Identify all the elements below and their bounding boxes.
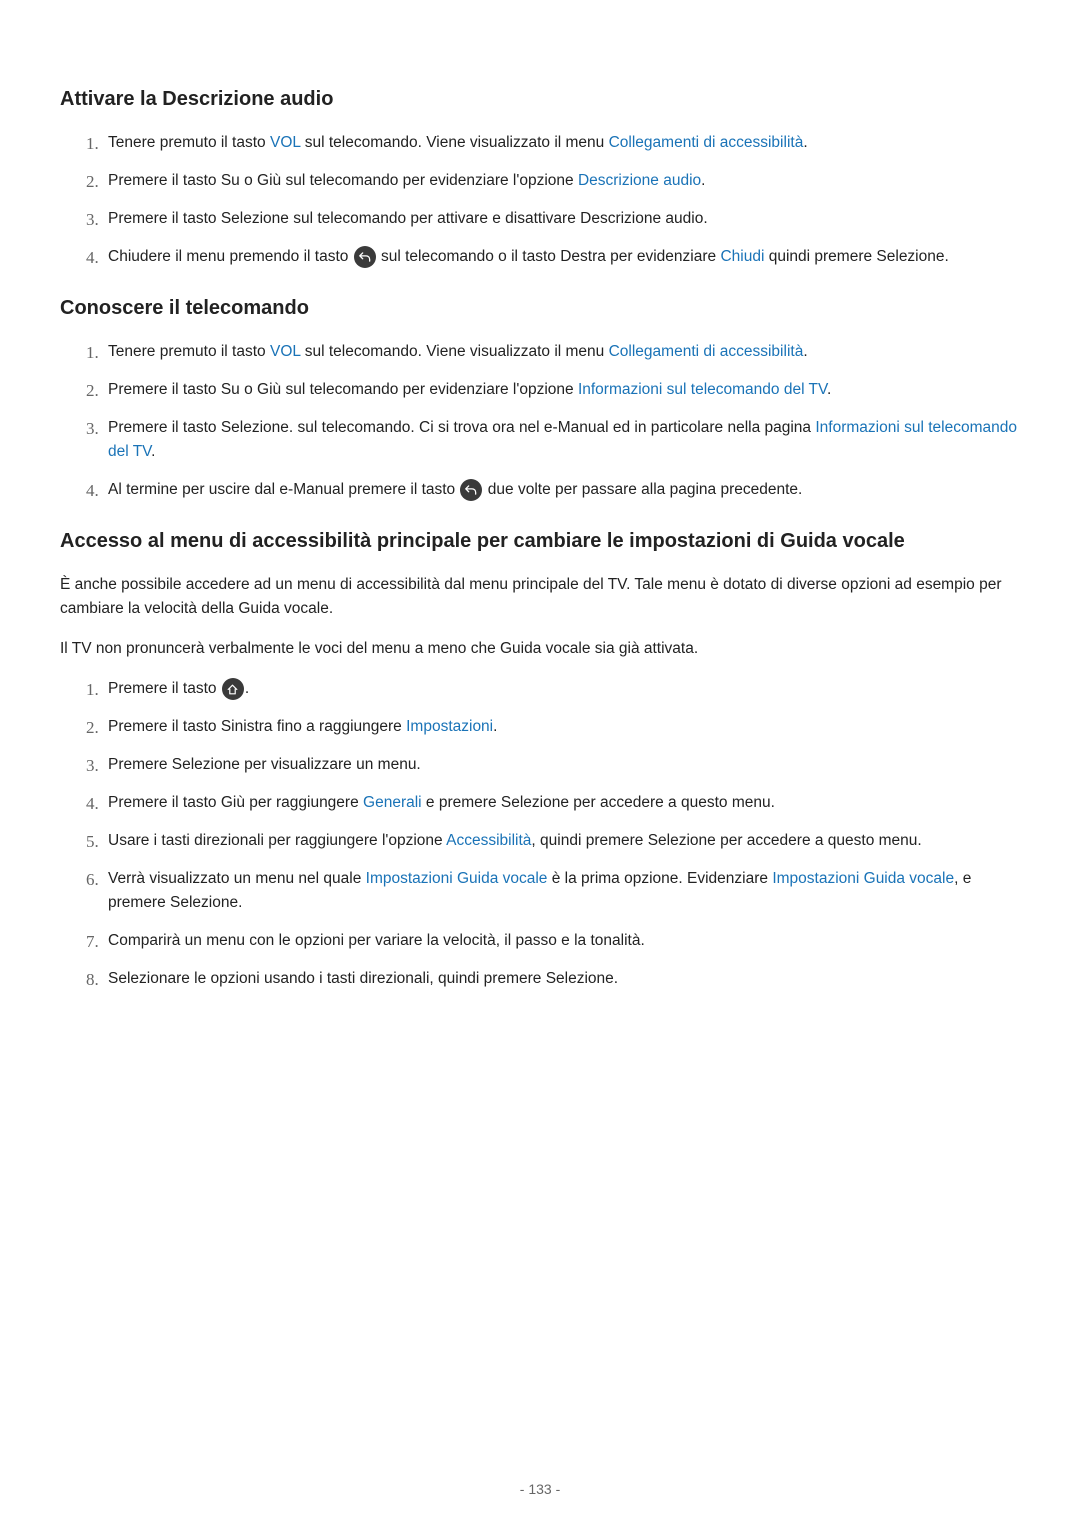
text: Premere il tasto Selezione sul telecoman… <box>108 210 708 227</box>
back-icon <box>354 246 376 268</box>
list-item: Verrà visualizzato un menu nel quale Imp… <box>86 867 1020 915</box>
list-item: Tenere premuto il tasto VOL sul telecoma… <box>86 131 1020 155</box>
keyword-accessibility: Accessibilità <box>446 832 531 849</box>
section3-intro2: Il TV non pronuncerà verbalmente le voci… <box>60 637 1020 661</box>
list-item: Usare i tasti direzionali per raggiunger… <box>86 829 1020 853</box>
list-item: Premere il tasto . <box>86 677 1020 701</box>
text: Premere il tasto <box>108 680 221 697</box>
text: . <box>701 172 705 189</box>
section3-list: Premere il tasto . Premere il tasto Sini… <box>60 677 1020 991</box>
section1-title: Attivare la Descrizione audio <box>60 88 1020 111</box>
text: Tenere premuto il tasto <box>108 343 270 360</box>
list-item: Premere il tasto Su o Giù sul telecomand… <box>86 378 1020 402</box>
section2-list: Tenere premuto il tasto VOL sul telecoma… <box>60 340 1020 502</box>
list-item: Premere il tasto Su o Giù sul telecomand… <box>86 169 1020 193</box>
text: sul telecomando o il tasto Destra per ev… <box>377 248 721 265</box>
section3-intro1: È anche possibile accedere ad un menu di… <box>60 573 1020 621</box>
list-item: Premere il tasto Selezione sul telecoman… <box>86 207 1020 231</box>
list-item: Selezionare le opzioni usando i tasti di… <box>86 967 1020 991</box>
keyword-voice-guide-settings: Impostazioni Guida vocale <box>366 870 548 887</box>
list-item: Comparirà un menu con le opzioni per var… <box>86 929 1020 953</box>
section1-list: Tenere premuto il tasto VOL sul telecoma… <box>60 131 1020 269</box>
text: Premere il tasto Giù per raggiungere <box>108 794 363 811</box>
text: Selezionare le opzioni usando i tasti di… <box>108 970 618 987</box>
text: sul telecomando. Viene visualizzato il m… <box>300 343 608 360</box>
text: è la prima opzione. Evidenziare <box>547 870 772 887</box>
text: Al termine per uscire dal e-Manual preme… <box>108 481 459 498</box>
section3-title: Accesso al menu di accessibilità princip… <box>60 530 1020 553</box>
list-item: Premere il tasto Giù per raggiungere Gen… <box>86 791 1020 815</box>
keyword-vol: VOL <box>270 134 300 151</box>
text: Premere Selezione per visualizzare un me… <box>108 756 421 773</box>
text: Premere il tasto Su o Giù sul telecomand… <box>108 381 578 398</box>
text: Premere il tasto Selezione. sul telecoma… <box>108 419 815 436</box>
text: quindi premere Selezione. <box>764 248 948 265</box>
text: sul telecomando. Viene visualizzato il m… <box>300 134 608 151</box>
text: Chiudere il menu premendo il tasto <box>108 248 353 265</box>
list-item: Al termine per uscire dal e-Manual preme… <box>86 478 1020 502</box>
keyword-close: Chiudi <box>720 248 764 265</box>
text: Tenere premuto il tasto <box>108 134 270 151</box>
text: Verrà visualizzato un menu nel quale <box>108 870 366 887</box>
text: Premere il tasto Su o Giù sul telecomand… <box>108 172 578 189</box>
keyword-general: Generali <box>363 794 422 811</box>
section2-title: Conoscere il telecomando <box>60 297 1020 320</box>
back-icon <box>460 479 482 501</box>
text: . <box>827 381 831 398</box>
text: . <box>151 443 155 460</box>
list-item: Chiudere il menu premendo il tasto sul t… <box>86 245 1020 269</box>
list-item: Premere Selezione per visualizzare un me… <box>86 753 1020 777</box>
text: . <box>803 134 807 151</box>
keyword-accessibility-links: Collegamenti di accessibilità <box>609 343 804 360</box>
list-item: Tenere premuto il tasto VOL sul telecoma… <box>86 340 1020 364</box>
keyword-accessibility-links: Collegamenti di accessibilità <box>609 134 804 151</box>
text: Usare i tasti direzionali per raggiunger… <box>108 832 446 849</box>
keyword-voice-guide-settings: Impostazioni Guida vocale <box>772 870 954 887</box>
text: . <box>493 718 497 735</box>
text: due volte per passare alla pagina preced… <box>483 481 802 498</box>
list-item: Premere il tasto Sinistra fino a raggiun… <box>86 715 1020 739</box>
keyword-settings: Impostazioni <box>406 718 493 735</box>
text: Premere il tasto Sinistra fino a raggiun… <box>108 718 406 735</box>
text: . <box>803 343 807 360</box>
list-item: Premere il tasto Selezione. sul telecoma… <box>86 416 1020 464</box>
keyword-vol: VOL <box>270 343 300 360</box>
keyword-audio-description: Descrizione audio <box>578 172 701 189</box>
keyword-remote-info: Informazioni sul telecomando del TV <box>578 381 827 398</box>
text: e premere Selezione per accedere a quest… <box>422 794 775 811</box>
home-icon <box>222 678 244 700</box>
page-number: - 133 - <box>0 1481 1080 1497</box>
text: . <box>245 680 249 697</box>
text: , quindi premere Selezione per accedere … <box>531 832 921 849</box>
text: Comparirà un menu con le opzioni per var… <box>108 932 645 949</box>
